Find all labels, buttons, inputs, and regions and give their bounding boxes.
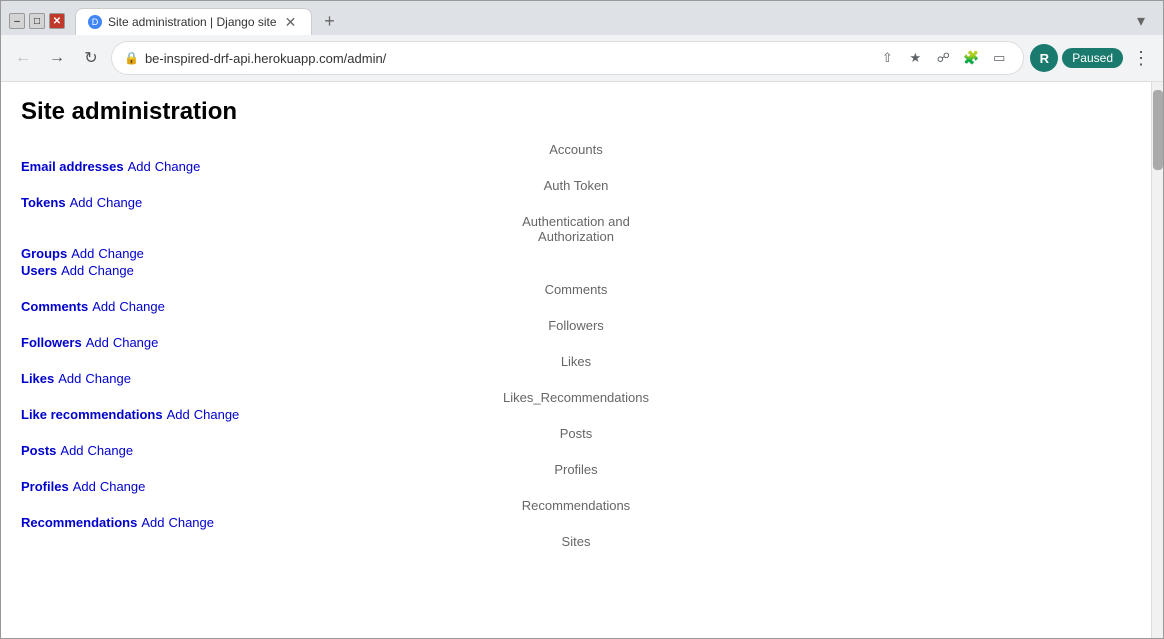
likes-row: Likes Add Change — [21, 371, 1131, 386]
security-icon: 🔒 — [124, 51, 139, 65]
tokens-add[interactable]: Add — [70, 195, 93, 210]
posts-row: Posts Add Change — [21, 443, 1131, 458]
section-header-comments: Comments — [21, 282, 1131, 297]
posts-change[interactable]: Change — [88, 443, 134, 458]
users-change[interactable]: Change — [88, 263, 134, 278]
tokens-change[interactable]: Change — [97, 195, 143, 210]
active-tab[interactable]: D Site administration | Django site ✕ — [75, 8, 312, 35]
sidebar-icon[interactable]: ▭ — [987, 46, 1011, 70]
page-title: Site administration — [21, 98, 1131, 126]
email-addresses-row: Email addresses Add Change — [21, 159, 1131, 174]
scrollbar-thumb[interactable] — [1153, 90, 1163, 170]
section-header-accounts: Accounts — [21, 142, 1131, 157]
tab-favicon: D — [88, 15, 102, 29]
section-header-followers: Followers — [21, 318, 1131, 333]
followers-add[interactable]: Add — [86, 335, 109, 350]
tab-bar: D Site administration | Django site ✕ + … — [75, 7, 1155, 35]
users-link[interactable]: Users — [21, 263, 57, 278]
close-button[interactable]: ✕ — [49, 13, 65, 29]
content-area: Site administration Accounts Email addre… — [1, 82, 1163, 638]
new-tab-button[interactable]: + — [316, 7, 344, 35]
like-recommendations-add[interactable]: Add — [167, 407, 190, 422]
maximize-button[interactable]: □ — [29, 13, 45, 29]
paused-button[interactable]: Paused — [1062, 48, 1123, 68]
tab-title: Site administration | Django site — [108, 15, 277, 29]
nav-right-controls: R Paused ⋮ — [1030, 44, 1155, 72]
profiles-link[interactable]: Profiles — [21, 479, 69, 494]
recommendations-add[interactable]: Add — [141, 515, 164, 530]
reading-mode-icon[interactable]: ☍ — [931, 46, 955, 70]
recommendations-change[interactable]: Change — [168, 515, 214, 530]
address-bar[interactable]: 🔒 be-inspired-drf-api.herokuapp.com/admi… — [111, 41, 1024, 75]
profiles-change[interactable]: Change — [100, 479, 146, 494]
profile-button[interactable]: R — [1030, 44, 1058, 72]
users-row: Users Add Change — [21, 263, 1131, 278]
section-header-profiles: Profiles — [21, 462, 1131, 477]
section-header-likes: Likes — [21, 354, 1131, 369]
email-addresses-add[interactable]: Add — [128, 159, 151, 174]
followers-link[interactable]: Followers — [21, 335, 82, 350]
forward-button[interactable]: → — [43, 44, 71, 72]
profiles-row: Profiles Add Change — [21, 479, 1131, 494]
title-bar: – □ ✕ D Site administration | Django sit… — [1, 1, 1163, 35]
scrollbar-track[interactable] — [1151, 82, 1163, 638]
comments-change[interactable]: Change — [119, 299, 165, 314]
likes-link[interactable]: Likes — [21, 371, 54, 386]
address-actions: ⇧ ★ ☍ 🧩 ▭ — [875, 46, 1011, 70]
section-header-posts: Posts — [21, 426, 1131, 441]
tab-close-button[interactable]: ✕ — [283, 14, 299, 30]
followers-change[interactable]: Change — [113, 335, 159, 350]
navigation-bar: ← → ↻ 🔒 be-inspired-drf-api.herokuapp.co… — [1, 35, 1163, 82]
like-recommendations-row: Like recommendations Add Change — [21, 407, 1131, 422]
users-add[interactable]: Add — [61, 263, 84, 278]
section-header-sites: Sites — [21, 534, 1131, 549]
tokens-row: Tokens Add Change — [21, 195, 1131, 210]
tab-overflow-button[interactable]: ▾ — [1127, 7, 1155, 35]
likes-add[interactable]: Add — [58, 371, 81, 386]
followers-row: Followers Add Change — [21, 335, 1131, 350]
section-header-auth-token: Auth Token — [21, 178, 1131, 193]
paused-label: Paused — [1072, 51, 1113, 65]
groups-link[interactable]: Groups — [21, 246, 67, 261]
bookmark-icon[interactable]: ★ — [903, 46, 927, 70]
browser-window: – □ ✕ D Site administration | Django sit… — [0, 0, 1164, 639]
likes-change[interactable]: Change — [85, 371, 131, 386]
comments-row: Comments Add Change — [21, 299, 1131, 314]
tokens-link[interactable]: Tokens — [21, 195, 66, 210]
comments-link[interactable]: Comments — [21, 299, 88, 314]
section-header-auth-authz: Authentication andAuthorization — [21, 214, 1131, 244]
share-icon[interactable]: ⇧ — [875, 46, 899, 70]
page-content: Site administration Accounts Email addre… — [1, 82, 1151, 638]
url-display: be-inspired-drf-api.herokuapp.com/admin/ — [145, 51, 869, 66]
comments-add[interactable]: Add — [92, 299, 115, 314]
email-addresses-link[interactable]: Email addresses — [21, 159, 124, 174]
email-addresses-change[interactable]: Change — [155, 159, 201, 174]
groups-add[interactable]: Add — [71, 246, 94, 261]
window-controls: – □ ✕ — [9, 13, 65, 29]
back-button[interactable]: ← — [9, 44, 37, 72]
recommendations-link[interactable]: Recommendations — [21, 515, 137, 530]
browser-menu-button[interactable]: ⋮ — [1127, 44, 1155, 72]
refresh-button[interactable]: ↻ — [77, 44, 105, 72]
like-recommendations-link[interactable]: Like recommendations — [21, 407, 163, 422]
groups-row: Groups Add Change — [21, 246, 1131, 261]
like-recommendations-change[interactable]: Change — [194, 407, 240, 422]
section-header-likes-rec: Likes_Recommendations — [21, 390, 1131, 405]
minimize-button[interactable]: – — [9, 13, 25, 29]
profiles-add[interactable]: Add — [73, 479, 96, 494]
section-header-recommendations: Recommendations — [21, 498, 1131, 513]
groups-change[interactable]: Change — [98, 246, 144, 261]
posts-link[interactable]: Posts — [21, 443, 56, 458]
extensions-icon[interactable]: 🧩 — [959, 46, 983, 70]
recommendations-row: Recommendations Add Change — [21, 515, 1131, 530]
posts-add[interactable]: Add — [60, 443, 83, 458]
